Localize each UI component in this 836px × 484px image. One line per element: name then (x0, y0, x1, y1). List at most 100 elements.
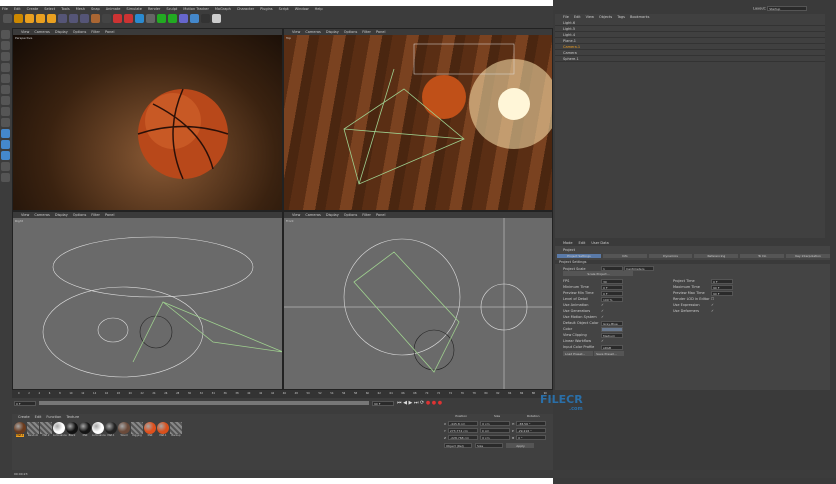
render-icon[interactable] (113, 14, 122, 23)
material-swatch[interactable]: Black (66, 422, 78, 437)
rotation-input[interactable]: -38.56 ° (516, 421, 547, 426)
material-swatch[interactable]: Wood (118, 422, 130, 437)
tool-icon[interactable] (1, 140, 10, 149)
viewport-right[interactable]: View Cameras Display Options Filter Panel Rig… (12, 211, 283, 390)
save-preset-button[interactable]: Save Preset... (594, 350, 625, 356)
material-menu-item[interactable]: Edit (35, 415, 42, 419)
tool-icon[interactable] (1, 173, 10, 182)
default-color-dropdown[interactable]: Gray-Blue (601, 320, 623, 326)
view-clipping-dropdown[interactable]: Medium (601, 332, 623, 338)
y-axis-icon[interactable] (69, 14, 78, 23)
attr-menu-item[interactable]: Mode (563, 241, 573, 245)
deformer-icon[interactable] (179, 14, 188, 23)
menu-render[interactable]: Render (148, 7, 160, 11)
menu-mesh[interactable]: Mesh (76, 7, 85, 11)
field-input[interactable]: 0 F (711, 278, 733, 284)
color-swatch[interactable] (601, 326, 623, 332)
camera-icon[interactable] (201, 14, 210, 23)
viewport-front[interactable]: View Cameras Display Options Filter Panel Fro… (283, 211, 553, 390)
menu-window[interactable]: Window (295, 7, 309, 11)
scale-icon[interactable] (25, 14, 34, 23)
attr-tab[interactable]: Info (602, 254, 647, 258)
tool-icon[interactable] (1, 85, 10, 94)
checkbox[interactable]: ✓ (711, 309, 714, 313)
material-menu-item[interactable]: Function (46, 415, 61, 419)
size-input[interactable]: 0 cm (480, 435, 511, 440)
position-input[interactable]: 273.774 cm (447, 428, 478, 433)
om-menu-item[interactable]: Tags (617, 15, 625, 19)
size-input[interactable]: 0 cm (480, 421, 511, 426)
menu-create[interactable]: Create (27, 7, 39, 11)
color-profile-dropdown[interactable]: sRGB (601, 344, 623, 350)
menu-sculpt[interactable]: Sculpt (166, 7, 177, 11)
attr-tab[interactable]: Key Interpolation (786, 254, 830, 258)
tool-icon[interactable] (1, 52, 10, 61)
field-input[interactable]: 30 (601, 278, 623, 284)
undo-icon[interactable] (3, 14, 12, 23)
checkbox[interactable]: ✓ (601, 303, 604, 307)
checkbox[interactable]: ☐ (711, 297, 714, 301)
attr-tab[interactable]: Project Settings (557, 254, 601, 258)
material-menu-item[interactable]: Create (18, 415, 30, 419)
material-swatch[interactable]: Mat.1 (14, 422, 26, 437)
load-preset-button[interactable]: Load Preset... (563, 350, 593, 356)
om-menu-item[interactable]: Bookmarks (630, 15, 650, 19)
tool-icon[interactable] (1, 74, 10, 83)
checkbox[interactable]: ✓ (711, 303, 714, 307)
field-input[interactable]: 90 F (711, 290, 733, 296)
material-swatch[interactable]: Mat.2 (40, 422, 52, 437)
field-input[interactable]: 90 F (711, 284, 733, 290)
render-settings-icon[interactable] (124, 14, 133, 23)
subdivide-icon[interactable] (157, 14, 166, 23)
om-menu-item[interactable]: View (586, 15, 594, 19)
menu-animate[interactable]: Animate (106, 7, 121, 11)
floor-icon[interactable] (190, 14, 199, 23)
end-frame-field[interactable]: 90 F (372, 400, 394, 406)
menu-character[interactable]: Character (237, 7, 254, 11)
size-input[interactable]: 0 cm (479, 428, 510, 433)
menu-script[interactable]: Script (279, 7, 289, 11)
add-icon[interactable] (47, 14, 56, 23)
tool-icon[interactable] (1, 129, 10, 138)
menu-file[interactable]: File (2, 7, 8, 11)
menu-tools[interactable]: Tools (61, 7, 70, 11)
tool-icon[interactable] (1, 41, 10, 50)
position-input[interactable]: -228.768 cm (448, 435, 479, 440)
tool-icon[interactable] (1, 118, 10, 127)
tool-icon[interactable] (1, 30, 10, 39)
rotation-input[interactable]: -29.216 ° (515, 428, 546, 433)
time-slider[interactable] (39, 401, 369, 405)
om-menu-item[interactable]: Objects (599, 15, 612, 19)
tool-icon[interactable] (1, 107, 10, 116)
coord-mode-dropdown[interactable]: Object (Rel) (444, 443, 472, 448)
menu-select[interactable]: Select (44, 7, 55, 11)
menu-snap[interactable]: Snap (91, 7, 100, 11)
light-icon[interactable] (212, 14, 221, 23)
scale-project-button[interactable]: Scale Project... (563, 271, 633, 276)
menu-motion-tracker[interactable]: Motion Tracker (183, 7, 209, 11)
object-row[interactable]: Sphere.1 (555, 56, 825, 62)
menu-mograph[interactable]: MoGraph (215, 7, 231, 11)
viewport-perspective[interactable]: View Cameras Display Options Filter Panel Per… (12, 28, 283, 211)
om-menu-item[interactable]: Edit (574, 15, 581, 19)
pen-icon[interactable] (146, 14, 155, 23)
menu-plugins[interactable]: Plugins (260, 7, 273, 11)
material-swatch[interactable]: Mat.1 (157, 422, 169, 437)
rotate-icon[interactable] (36, 14, 45, 23)
render-view-icon[interactable] (102, 14, 111, 23)
material-swatch[interactable]: Luminance (92, 422, 106, 437)
attr-menu-item[interactable]: User Data (591, 241, 608, 245)
field-input[interactable]: 100 % (601, 296, 623, 302)
tool-icon[interactable] (1, 162, 10, 171)
start-frame-field[interactable]: 0 F (14, 400, 36, 406)
material-swatch[interactable]: Mat (79, 422, 91, 437)
checkbox[interactable]: ✓ (601, 315, 604, 319)
material-swatch[interactable]: Rigging (131, 422, 143, 437)
menu-edit[interactable]: Edit (14, 7, 21, 11)
coord-icon[interactable] (91, 14, 100, 23)
attr-tab[interactable]: Referencing (694, 254, 739, 258)
move-icon[interactable] (14, 14, 23, 23)
viewport-top[interactable]: View Cameras Display Options Filter Panel Top (283, 28, 553, 211)
tool-icon[interactable] (1, 151, 10, 160)
play-controls[interactable]: ⏮ ◀ ▶ ⏭ ⟳ ● ● ● (397, 400, 442, 406)
